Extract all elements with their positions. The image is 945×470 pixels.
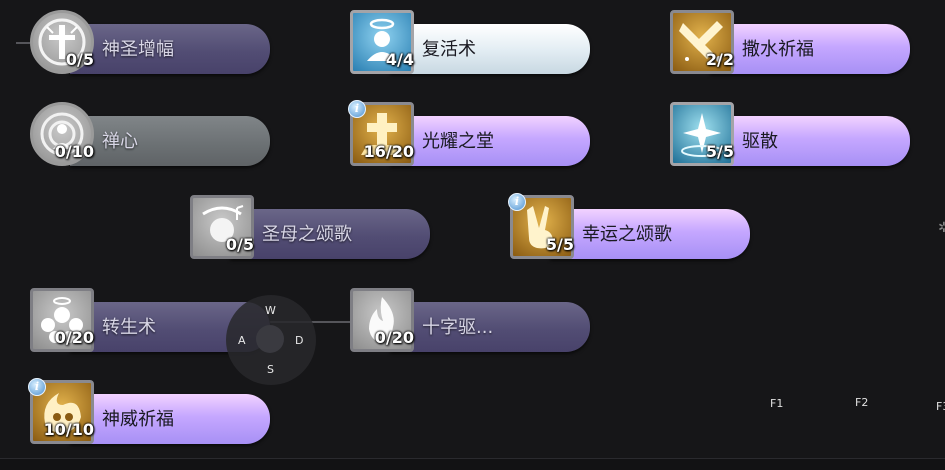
- skill-cross-exorcism[interactable]: 十字驱... 0/20: [350, 288, 592, 356]
- skill-level: 4/4: [385, 50, 414, 69]
- skill-name: 转生术: [102, 317, 156, 338]
- skill-hymn-of-virgin[interactable]: 圣母之颂歌 0/5: [190, 195, 432, 263]
- skill-bar: [390, 24, 590, 74]
- skill-name: 神威祈福: [102, 409, 174, 430]
- joystick-knob[interactable]: [256, 325, 284, 353]
- skill-name: 光耀之堂: [422, 131, 494, 152]
- key-w: W: [265, 304, 276, 317]
- info-badge-icon[interactable]: i: [348, 100, 366, 118]
- f2-key[interactable]: F2: [855, 396, 868, 409]
- skill-resurrection[interactable]: 复活术 4/4: [350, 10, 592, 78]
- skill-holy-water[interactable]: 撒水祈福 2/2: [670, 10, 912, 78]
- skill-name: 驱散: [742, 131, 778, 152]
- skill-name: 神圣增幅: [102, 39, 174, 60]
- key-s: S: [267, 363, 274, 376]
- gear-icon[interactable]: ✲: [938, 220, 945, 236]
- skill-hymn-of-luck[interactable]: i 幸运之颂歌 5/5: [508, 193, 752, 263]
- skill-name: 撒水祈福: [742, 39, 814, 60]
- f3-key[interactable]: F3: [936, 400, 945, 413]
- skill-level: 0/20: [374, 328, 414, 347]
- skill-level: 0/10: [54, 142, 94, 161]
- skill-zen-mind[interactable]: 禅心 0/10: [30, 102, 272, 170]
- skill-level: 16/20: [363, 142, 414, 161]
- skill-level: 2/2: [705, 50, 734, 69]
- key-a: A: [238, 334, 246, 347]
- skill-name: 圣母之颂歌: [262, 224, 352, 245]
- skill-name: 禅心: [102, 131, 138, 152]
- f1-key[interactable]: F1: [770, 397, 783, 410]
- skill-level: 5/5: [705, 142, 734, 161]
- key-d: D: [295, 334, 304, 347]
- skill-bar: [70, 116, 270, 166]
- skill-level: 0/5: [225, 235, 254, 254]
- info-badge-icon[interactable]: i: [28, 378, 46, 396]
- skill-level: 0/5: [65, 50, 94, 69]
- bottom-bar: [0, 459, 945, 470]
- skill-divine-blessing[interactable]: i 神威祈福 10/10: [28, 378, 272, 448]
- skill-holy-amplify[interactable]: 神圣增幅 0/5: [30, 10, 272, 78]
- skill-level: 0/20: [54, 328, 94, 347]
- tree-connector: [16, 42, 30, 44]
- skill-level: 10/10: [43, 420, 94, 439]
- skill-name: 十字驱...: [422, 317, 494, 338]
- skill-hall-of-radiance[interactable]: i 光耀之堂 16/20: [348, 100, 592, 170]
- skill-bar: [710, 116, 910, 166]
- skill-name: 幸运之颂歌: [582, 224, 672, 245]
- info-badge-icon[interactable]: i: [508, 193, 526, 211]
- skill-name: 复活术: [422, 39, 476, 60]
- skill-level: 5/5: [545, 235, 574, 254]
- skill-dispel[interactable]: 驱散 5/5: [670, 102, 912, 170]
